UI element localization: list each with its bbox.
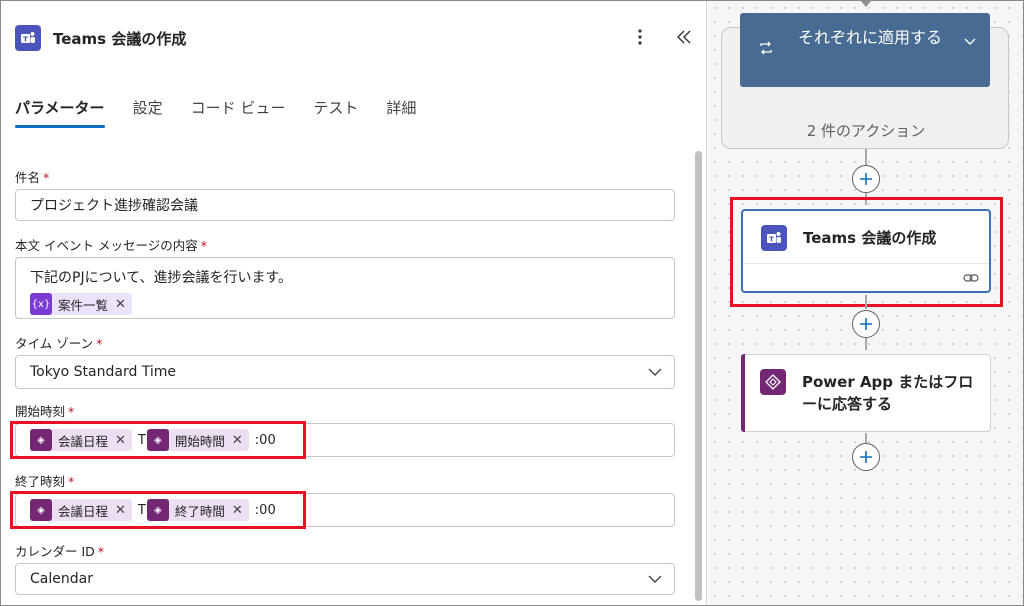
app-frame: T Teams 会議の作成 パラメーター 設定 コード ビュー テスト 詳細 件… xyxy=(0,0,1024,606)
power-app-response-card[interactable]: Power App またはフロ ーに応答する xyxy=(741,354,991,432)
chevron-down-icon[interactable] xyxy=(964,31,976,50)
add-action-plus-icon[interactable] xyxy=(852,443,880,471)
body-token[interactable]: {x} 案件一覧 ✕ xyxy=(30,293,132,315)
timezone-dropdown[interactable]: Tokyo Standard Time xyxy=(15,355,675,389)
add-action-plus-icon[interactable] xyxy=(852,310,880,338)
flow-canvas: 2 件のアクション それぞれに適用する T Teams 会議の作成 Power … xyxy=(708,1,1023,605)
apply-to-each-header[interactable]: それぞれに適用する xyxy=(740,13,990,87)
start-time-label: 開始時刻 * xyxy=(15,404,75,419)
loop-icon xyxy=(758,41,774,59)
add-action-plus-icon[interactable] xyxy=(852,165,880,193)
panel-tabs: パラメーター 設定 コード ビュー テスト 詳細 xyxy=(15,97,444,128)
power-app-action-title: Power App またはフロ ーに応答する xyxy=(802,373,974,413)
subject-value: プロジェクト進捗確認会議 xyxy=(30,198,198,214)
panel-title: Teams 会議の作成 xyxy=(53,29,187,48)
card-accent xyxy=(741,354,745,432)
header-actions xyxy=(629,25,695,49)
teams-icon: T xyxy=(15,25,41,51)
variable-icon: {x} xyxy=(30,293,52,315)
body-input[interactable]: 下記のPJについて、進捗会議を行います。 {x} 案件一覧 ✕ xyxy=(15,257,675,319)
timezone-value: Tokyo Standard Time xyxy=(30,364,177,380)
calendar-dropdown[interactable]: Calendar xyxy=(15,563,675,595)
power-apps-icon xyxy=(760,369,786,395)
apply-to-each-title: それぞれに適用する xyxy=(798,28,943,47)
timezone-label: タイム ゾーン * xyxy=(15,336,103,351)
connector-line xyxy=(865,338,867,350)
collapse-panel-icon[interactable] xyxy=(673,25,695,49)
end-time-highlight xyxy=(10,491,306,529)
tab-code-view[interactable]: コード ビュー xyxy=(191,97,286,128)
action-details-panel: T Teams 会議の作成 パラメーター 設定 コード ビュー テスト 詳細 件… xyxy=(1,1,707,605)
teams-action-highlight xyxy=(730,197,1003,307)
more-options-icon[interactable] xyxy=(629,25,651,49)
group-action-count: 2 件のアクション xyxy=(806,122,926,140)
tab-details[interactable]: 詳細 xyxy=(386,97,416,128)
connector-line xyxy=(865,149,867,165)
subject-label: 件名 * xyxy=(15,170,50,185)
subject-input[interactable]: プロジェクト進捗確認会議 xyxy=(15,189,675,221)
calendar-value: Calendar xyxy=(30,571,93,587)
tab-parameters[interactable]: パラメーター xyxy=(15,97,105,128)
arrow-tip xyxy=(861,1,871,7)
remove-token-icon[interactable]: ✕ xyxy=(115,297,126,312)
tab-settings[interactable]: 設定 xyxy=(133,97,163,128)
connector-line xyxy=(865,295,867,309)
panel-scrollbar[interactable] xyxy=(695,151,702,601)
chevron-down-icon xyxy=(648,364,662,380)
connector-line xyxy=(865,433,867,443)
calendar-label: カレンダー ID * xyxy=(15,544,105,559)
body-text: 下記のPJについて、進捗会議を行います。 xyxy=(30,270,293,286)
body-label: 本文 イベント メッセージの内容 * xyxy=(15,238,207,253)
svg-text:T: T xyxy=(23,36,28,44)
tab-test[interactable]: テスト xyxy=(313,97,358,128)
start-time-highlight xyxy=(10,421,306,459)
end-time-label: 終了時刻 * xyxy=(15,474,75,489)
panel-header: T Teams 会議の作成 xyxy=(15,23,695,53)
chevron-down-icon xyxy=(648,571,662,587)
